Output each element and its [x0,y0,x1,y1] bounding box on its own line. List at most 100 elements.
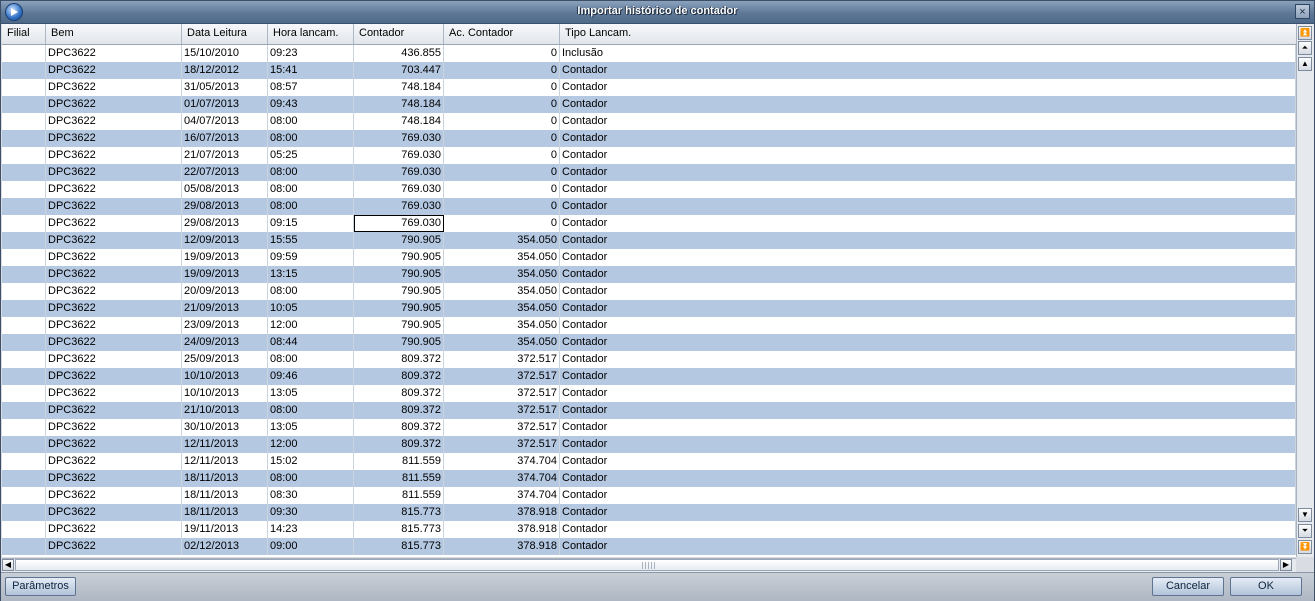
table-cell[interactable]: 08:00 [268,113,354,130]
table-cell[interactable]: Contador [560,385,1296,402]
table-cell[interactable]: 0 [444,181,560,198]
table-cell[interactable]: DPC3622 [46,45,182,62]
scroll-right-button[interactable]: ▶ [1280,559,1292,571]
table-cell[interactable]: 09:46 [268,368,354,385]
table-row[interactable]: DPC3622 02/12/2013 09:00 815.773 378.918 Cont… [2,538,1296,555]
table-cell[interactable]: DPC3622 [46,334,182,351]
scroll-left-button[interactable]: ◀ [2,559,14,571]
table-row[interactable]: DPC3622 15/10/2010 09:23 436.855 0 Inclusão [2,45,1296,62]
table-cell[interactable]: 0 [444,147,560,164]
horizontal-scrollbar[interactable]: ◀ ▶ [2,558,1296,572]
table-cell[interactable]: 354.050 [444,334,560,351]
table-cell[interactable]: Contador [560,504,1296,521]
table-cell[interactable]: DPC3622 [46,62,182,79]
table-row[interactable]: DPC3622 21/07/2013 05:25 769.030 0 Contador [2,147,1296,164]
table-cell[interactable] [2,45,46,62]
table-row[interactable]: DPC3622 25/09/2013 08:00 809.372 372.517 Cont… [2,351,1296,368]
table-cell[interactable]: 12/11/2013 [182,436,268,453]
table-cell[interactable]: Contador [560,521,1296,538]
table-cell[interactable]: 372.517 [444,419,560,436]
table-cell[interactable]: 15/10/2010 [182,45,268,62]
table-cell[interactable]: DPC3622 [46,487,182,504]
table-cell[interactable]: 09:23 [268,45,354,62]
table-cell[interactable]: Contador [560,181,1296,198]
table-cell[interactable]: 378.918 [444,504,560,521]
table-cell[interactable]: 08:00 [268,470,354,487]
table-cell[interactable]: 08:00 [268,351,354,368]
table-row[interactable]: DPC3622 23/09/2013 12:00 790.905 354.050 Cont… [2,317,1296,334]
table-cell[interactable]: DPC3622 [46,113,182,130]
table-cell[interactable]: 19/09/2013 [182,249,268,266]
table-row[interactable]: DPC3622 18/11/2013 08:00 811.559 374.704 Cont… [2,470,1296,487]
table-cell[interactable]: 703.447 [354,62,444,79]
table-cell[interactable]: 374.704 [444,453,560,470]
column-header[interactable]: Tipo Lancam. [560,24,1296,44]
table-cell[interactable]: 09:00 [268,538,354,555]
table-cell[interactable]: DPC3622 [46,283,182,300]
table-cell[interactable]: DPC3622 [46,198,182,215]
table-cell[interactable]: 748.184 [354,79,444,96]
table-cell[interactable]: DPC3622 [46,96,182,113]
table-cell[interactable]: 15:55 [268,232,354,249]
table-cell[interactable]: DPC3622 [46,402,182,419]
table-cell[interactable]: Contador [560,62,1296,79]
table-cell[interactable]: 790.905 [354,283,444,300]
table-cell[interactable] [2,300,46,317]
table-cell[interactable] [2,521,46,538]
table-cell[interactable]: 12:00 [268,317,354,334]
table-cell[interactable]: Contador [560,164,1296,181]
table-cell[interactable]: DPC3622 [46,317,182,334]
table-cell[interactable]: Contador [560,334,1296,351]
table-cell[interactable]: 790.905 [354,300,444,317]
table-row[interactable]: DPC3622 19/09/2013 09:59 790.905 354.050 Cont… [2,249,1296,266]
table-cell[interactable]: 815.773 [354,521,444,538]
table-cell[interactable]: 13:05 [268,419,354,436]
table-cell[interactable] [2,470,46,487]
table-cell[interactable]: 372.517 [444,368,560,385]
table-cell[interactable]: DPC3622 [46,453,182,470]
table-cell[interactable]: 09:59 [268,249,354,266]
table-cell[interactable]: 20/09/2013 [182,283,268,300]
scroll-top-button[interactable]: ⏫ [1298,26,1312,40]
table-cell[interactable]: DPC3622 [46,232,182,249]
table-cell[interactable]: Contador [560,232,1296,249]
table-row[interactable]: DPC3622 10/10/2013 13:05 809.372 372.517 Cont… [2,385,1296,402]
table-cell[interactable]: 809.372 [354,402,444,419]
table-row[interactable]: DPC3622 16/07/2013 08:00 769.030 0 Contador [2,130,1296,147]
table-cell[interactable] [2,334,46,351]
table-cell[interactable]: 0 [444,96,560,113]
table-cell[interactable]: Contador [560,249,1296,266]
table-row[interactable]: DPC3622 10/10/2013 09:46 809.372 372.517 Cont… [2,368,1296,385]
table-cell[interactable]: 29/08/2013 [182,215,268,232]
table-cell[interactable]: 05:25 [268,147,354,164]
column-header[interactable]: Data Leitura [182,24,268,44]
column-header[interactable]: Ac. Contador [444,24,560,44]
table-cell[interactable] [2,283,46,300]
column-header[interactable]: Contador [354,24,444,44]
table-cell[interactable] [2,130,46,147]
horizontal-scroll-thumb[interactable] [15,559,1279,571]
table-cell[interactable]: 02/12/2013 [182,538,268,555]
table-cell[interactable]: 354.050 [444,232,560,249]
table-cell[interactable]: Contador [560,470,1296,487]
table-cell[interactable]: Contador [560,436,1296,453]
column-header[interactable]: Hora lancam. [268,24,354,44]
table-cell[interactable]: DPC3622 [46,436,182,453]
table-cell[interactable]: Contador [560,351,1296,368]
table-cell[interactable]: 0 [444,113,560,130]
table-cell[interactable]: 08:57 [268,79,354,96]
table-cell[interactable]: 24/09/2013 [182,334,268,351]
table-cell[interactable] [2,487,46,504]
table-cell[interactable]: DPC3622 [46,351,182,368]
table-cell[interactable]: DPC3622 [46,368,182,385]
column-header[interactable]: Filial [2,24,46,44]
table-cell[interactable]: DPC3622 [46,79,182,96]
table-cell[interactable]: 22/07/2013 [182,164,268,181]
table-cell[interactable]: DPC3622 [46,181,182,198]
table-cell[interactable]: DPC3622 [46,249,182,266]
table-cell[interactable]: 09:43 [268,96,354,113]
table-cell[interactable]: 436.855 [354,45,444,62]
ok-button[interactable]: OK [1230,577,1302,596]
table-cell[interactable]: 18/11/2013 [182,487,268,504]
table-cell[interactable]: 748.184 [354,113,444,130]
